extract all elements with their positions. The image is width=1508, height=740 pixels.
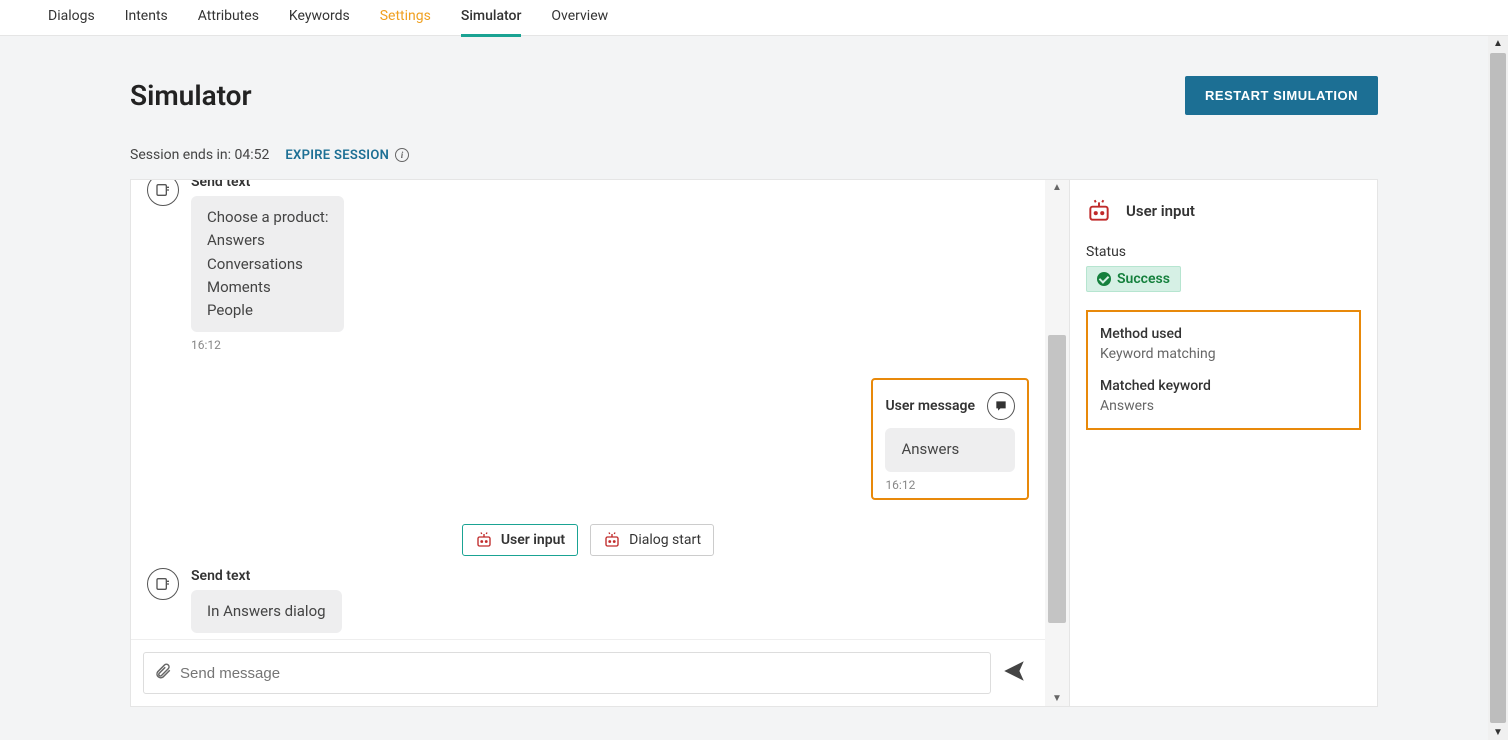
nav-keywords[interactable]: Keywords [289, 0, 350, 37]
check-icon [1097, 272, 1111, 286]
details-panel: User input Status Success Method used Ke… [1069, 180, 1377, 706]
attach-icon[interactable] [154, 662, 172, 684]
chat-log: Send text Choose a product: Answers Conv… [131, 180, 1045, 639]
send-text-label: Send text [191, 180, 250, 190]
nav-attributes[interactable]: Attributes [198, 0, 259, 37]
send-text-icon [147, 180, 179, 206]
bot-message-bubble: In Answers dialog [191, 590, 342, 633]
send-text-icon [147, 568, 179, 600]
message-timestamp: 16:12 [191, 338, 221, 352]
matched-keyword-label: Matched keyword [1100, 378, 1347, 394]
page-title: Simulator [130, 79, 252, 112]
method-used-label: Method used [1100, 326, 1347, 342]
session-countdown: Session ends in: 04:52 [130, 147, 269, 163]
dialog-start-pill-label: Dialog start [629, 532, 701, 548]
chat-bubble-icon [987, 392, 1015, 420]
send-text-label: Send text [191, 568, 250, 584]
status-label: Status [1086, 244, 1361, 260]
nav-overview[interactable]: Overview [551, 0, 608, 37]
bot-message-bubble: Choose a product: Answers Conversations … [191, 196, 344, 332]
scroll-thumb[interactable] [1048, 335, 1066, 623]
panel-title: User input [1126, 202, 1195, 220]
scroll-up-icon[interactable]: ▲ [1493, 36, 1503, 51]
user-input-pill[interactable]: User input [462, 524, 578, 556]
method-used-value: Keyword matching [1100, 346, 1347, 362]
page-scrollbar[interactable]: ▲ ▼ [1488, 36, 1508, 740]
user-message-bubble: Answers [885, 428, 1015, 471]
user-input-pill-label: User input [501, 532, 565, 548]
message-timestamp: 16:12 [885, 478, 1015, 492]
scroll-down-icon[interactable]: ▼ [1493, 725, 1503, 740]
scroll-up-icon[interactable]: ▲ [1052, 180, 1062, 195]
nav-dialogs[interactable]: Dialogs [48, 0, 95, 37]
matched-keyword-value: Answers [1100, 398, 1347, 414]
restart-simulation-button[interactable]: RESTART SIMULATION [1185, 76, 1378, 115]
info-icon: i [395, 148, 409, 162]
nav-intents[interactable]: Intents [125, 0, 168, 37]
status-badge: Success [1086, 266, 1181, 292]
user-message-block[interactable]: User message Answers 16:12 [871, 378, 1029, 499]
method-box: Method used Keyword matching Matched key… [1086, 310, 1361, 430]
scroll-thumb[interactable] [1490, 53, 1506, 723]
nav-settings[interactable]: Settings [380, 0, 431, 37]
dialog-start-pill[interactable]: Dialog start [590, 524, 714, 556]
expire-session-link[interactable]: EXPIRE SESSION i [285, 148, 409, 163]
nav-simulator[interactable]: Simulator [461, 0, 522, 37]
scroll-down-icon[interactable]: ▼ [1052, 691, 1062, 706]
send-icon[interactable] [995, 658, 1033, 688]
chat-scrollbar[interactable]: ▲ ▼ [1045, 180, 1069, 706]
user-message-label: User message [885, 398, 975, 414]
top-nav: Dialogs Intents Attributes Keywords Sett… [0, 0, 1508, 36]
message-input[interactable] [172, 665, 980, 682]
